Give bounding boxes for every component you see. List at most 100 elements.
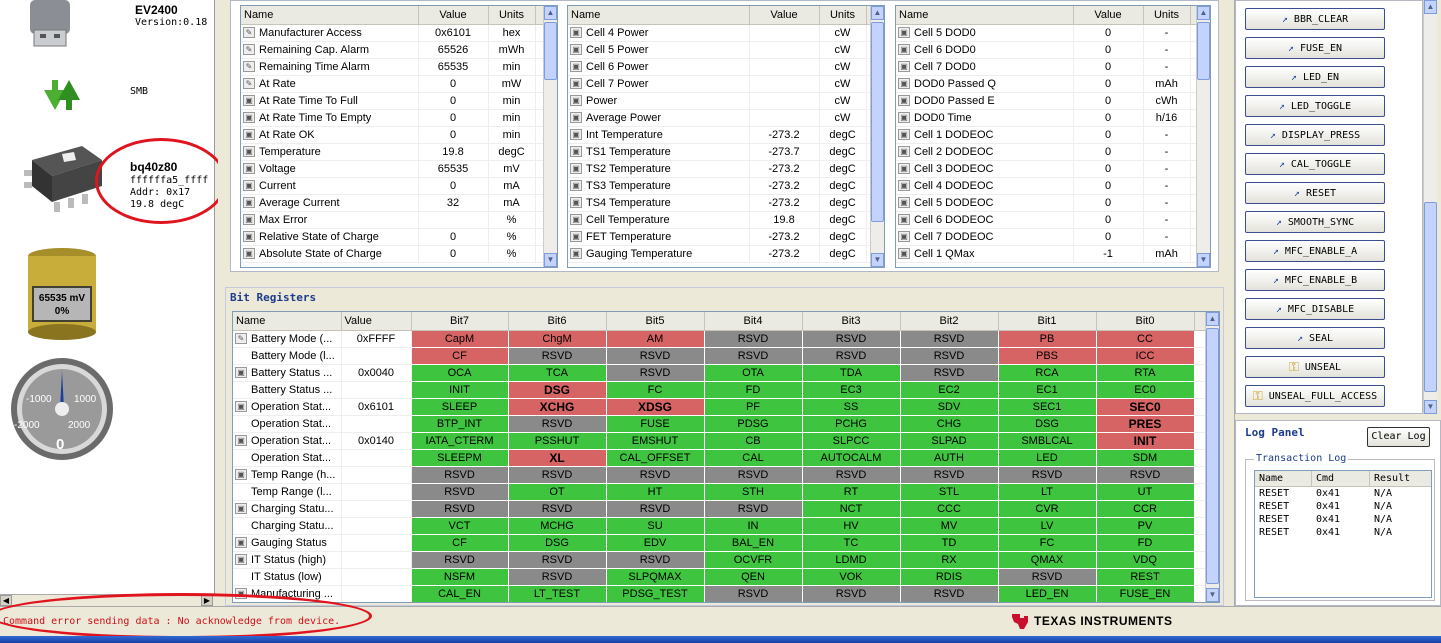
command-button-smooth-sync[interactable]: ↗ SMOOTH_SYNC xyxy=(1245,211,1385,233)
scroll-down-icon[interactable]: ▼ xyxy=(1206,588,1219,602)
bit-cell[interactable]: FUSE_EN xyxy=(1095,584,1195,602)
table-row[interactable]: ▣ Cell 5 DOD0 0- xyxy=(896,24,1210,42)
bit-cell[interactable]: OT xyxy=(507,482,607,501)
bit-cell[interactable]: INIT xyxy=(1095,431,1195,450)
table-row[interactable]: ▣ At Rate Time To Full 0 min xyxy=(241,92,557,110)
bit-cell[interactable]: FUSE xyxy=(605,414,705,433)
table-row[interactable]: ▣ Cell 1 QMax -1 mAh xyxy=(896,245,1210,263)
table-row[interactable]: ▣ DOD0 Passed E 0 cWh xyxy=(896,92,1210,110)
bit-cell[interactable]: SLPAD xyxy=(899,431,999,450)
bit-cell[interactable]: SMBLCAL xyxy=(997,431,1097,450)
bit-cell[interactable]: EC1 xyxy=(997,380,1097,399)
bit-cell[interactable]: NSFM xyxy=(410,567,509,586)
bit-cell[interactable]: LV xyxy=(997,516,1097,535)
scroll-thumb[interactable] xyxy=(1197,22,1210,80)
command-button-display-press[interactable]: ↗ DISPLAY_PRESS xyxy=(1245,124,1385,146)
bit-cell[interactable]: RSVD xyxy=(507,465,607,484)
log-row[interactable]: RESET 0x41 N/A xyxy=(1255,526,1431,539)
bit-cell[interactable]: XL xyxy=(507,448,607,467)
bit-cell[interactable]: RSVD xyxy=(899,465,999,484)
bit-cell[interactable]: SEC1 xyxy=(997,397,1097,416)
bit-register-row[interactable]: Temp Range (l... RSVD OT HT STH RT STL LT UT xyxy=(233,482,1219,501)
bit-cell[interactable]: RSVD xyxy=(899,329,999,348)
col-header-units[interactable]: Units xyxy=(488,6,536,25)
scroll-thumb[interactable] xyxy=(544,22,557,80)
bit-cell[interactable]: EC3 xyxy=(801,380,901,399)
bit-cell[interactable]: RSVD xyxy=(605,499,705,518)
bit-cell[interactable]: RTA xyxy=(1095,363,1195,382)
bit-grid-scrollbar[interactable]: ▲ ▼ xyxy=(1205,312,1219,602)
bit-cell[interactable]: CapM xyxy=(410,329,509,348)
bit-cell[interactable]: RSVD xyxy=(801,329,901,348)
table-row[interactable]: ▣ Cell 7 DODEOC 0- xyxy=(896,228,1210,246)
table-row[interactable]: ▣ At Rate OK 0 min xyxy=(241,126,557,144)
bit-cell[interactable]: LT_TEST xyxy=(507,584,607,602)
table-2-scrollbar[interactable]: ▲ ▼ xyxy=(870,6,884,267)
bit-col-header[interactable]: Value xyxy=(341,312,412,331)
clear-log-button[interactable]: Clear Log xyxy=(1367,427,1430,447)
bit-register-row[interactable]: ▣ Manufacturing ... CAL_EN LT_TEST PDSG_TEST… xyxy=(233,584,1219,602)
table-row[interactable]: ▣ Cell 5 Power cW xyxy=(568,41,884,59)
log-row[interactable]: RESET 0x41 N/A xyxy=(1255,487,1431,500)
bit-cell[interactable]: CC xyxy=(1095,329,1195,348)
table-3-scrollbar[interactable]: ▲ ▼ xyxy=(1196,6,1210,267)
bit-cell[interactable]: FD xyxy=(1095,533,1195,552)
bit-cell[interactable]: SEC0 xyxy=(1095,397,1195,416)
col-header-name[interactable]: Name xyxy=(568,6,750,25)
col-header-value[interactable]: Value xyxy=(1073,6,1144,25)
bit-cell[interactable]: UT xyxy=(1095,482,1195,501)
bit-cell[interactable]: PDSG_TEST xyxy=(605,584,705,602)
bit-cell[interactable]: CHG xyxy=(899,414,999,433)
bit-cell[interactable]: RT xyxy=(801,482,901,501)
bit-col-header[interactable]: Bit7 xyxy=(411,312,509,331)
bit-col-header[interactable]: Bit4 xyxy=(704,312,803,331)
col-header-units[interactable]: Units xyxy=(819,6,867,25)
scroll-thumb[interactable] xyxy=(871,22,884,222)
log-col-cmd[interactable]: Cmd xyxy=(1312,471,1370,486)
table-row[interactable]: ▣ TS3 Temperature -273.2 degC xyxy=(568,177,884,195)
bit-cell[interactable]: RSVD xyxy=(507,499,607,518)
bit-cell[interactable]: RSVD xyxy=(899,363,999,382)
table-row[interactable]: ▣ Max Error% xyxy=(241,211,557,229)
bit-cell[interactable]: RSVD xyxy=(507,567,607,586)
bit-cell[interactable]: RSVD xyxy=(507,414,607,433)
table-row[interactable]: ▣ Cell 2 DODEOC 0- xyxy=(896,143,1210,161)
bit-cell[interactable]: RSVD xyxy=(997,465,1097,484)
bit-col-header[interactable]: Bit3 xyxy=(802,312,901,331)
table-row[interactable]: ▣ Int Temperature -273.2 degC xyxy=(568,126,884,144)
scroll-left-icon[interactable]: ◀ xyxy=(0,595,12,606)
bit-cell[interactable]: REST xyxy=(1095,567,1195,586)
bit-cell[interactable]: SDM xyxy=(1095,448,1195,467)
bit-cell[interactable]: RSVD xyxy=(605,465,705,484)
bit-cell[interactable]: OTA xyxy=(703,363,803,382)
table-row[interactable]: ▣ Gauging Temperature -273.2 degC xyxy=(568,245,884,263)
bit-cell[interactable]: DSG xyxy=(507,533,607,552)
table-row[interactable]: ▣ Cell 6 DOD0 0- xyxy=(896,41,1210,59)
bit-cell[interactable]: RSVD xyxy=(605,550,705,569)
command-button-unseal-full-access[interactable]: ⚿ UNSEAL_FULL_ACCESS xyxy=(1245,385,1385,407)
col-header-units[interactable]: Units xyxy=(1143,6,1191,25)
col-header-value[interactable]: Value xyxy=(418,6,489,25)
command-button-led-toggle[interactable]: ↗ LED_TOGGLE xyxy=(1245,95,1385,117)
bit-cell[interactable]: NCT xyxy=(801,499,901,518)
scroll-up-icon[interactable]: ▲ xyxy=(544,6,557,20)
bit-cell[interactable]: PBS xyxy=(997,346,1097,365)
bit-cell[interactable]: MV xyxy=(899,516,999,535)
bit-cell[interactable]: SLEEP xyxy=(410,397,509,416)
table-row[interactable]: ✎ Remaining Cap. Alarm 65526 mWh xyxy=(241,41,557,59)
log-row[interactable]: RESET 0x41 N/A xyxy=(1255,500,1431,513)
bit-cell[interactable]: RSVD xyxy=(605,363,705,382)
bit-cell[interactable]: FC xyxy=(605,380,705,399)
command-button-mfc-enable-b[interactable]: ↗ MFC_ENABLE_B xyxy=(1245,269,1385,291)
table-row[interactable]: ▣ Cell 3 DODEOC 0- xyxy=(896,160,1210,178)
scroll-down-icon[interactable]: ▼ xyxy=(544,253,557,267)
command-button-seal[interactable]: ↗ SEAL xyxy=(1245,327,1385,349)
bit-cell[interactable]: HT xyxy=(605,482,705,501)
table-row[interactable]: ✎ Remaining Time Alarm 65535 min xyxy=(241,58,557,76)
table-row[interactable]: ▣ Average Power cW xyxy=(568,109,884,127)
scroll-up-icon[interactable]: ▲ xyxy=(1424,0,1437,14)
bit-cell[interactable]: PDSG xyxy=(703,414,803,433)
bit-cell[interactable]: RSVD xyxy=(507,346,607,365)
bit-cell[interactable]: STL xyxy=(899,482,999,501)
bit-cell[interactable]: LT xyxy=(997,482,1097,501)
